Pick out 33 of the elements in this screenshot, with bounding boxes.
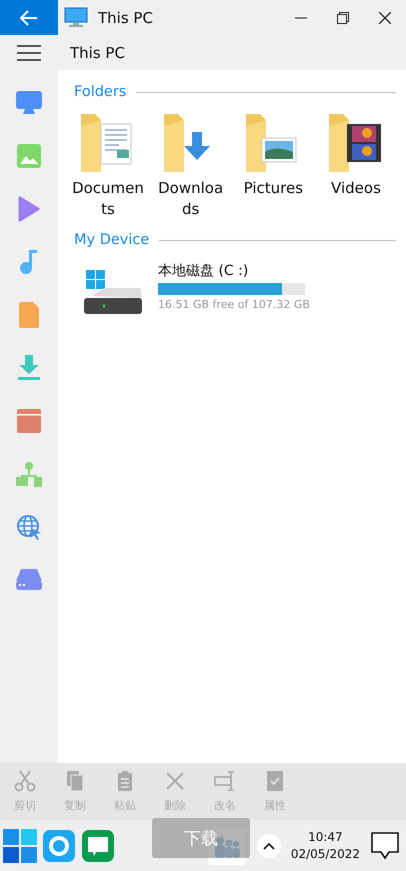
- show-hidden-icons-button[interactable]: [256, 834, 281, 858]
- download-toast: 下载: [152, 818, 250, 858]
- clock-date: 02/05/2022: [290, 846, 360, 862]
- folder-name: Documents: [72, 178, 144, 220]
- speech-bubble-icon: [371, 832, 399, 860]
- monitor-icon: [64, 6, 88, 28]
- section-title: Folders: [74, 84, 126, 100]
- start-button[interactable]: [1, 826, 39, 864]
- folder-name: Downloads: [157, 178, 224, 220]
- restore-icon: [337, 12, 349, 24]
- folder-item[interactable]: Videos: [316, 112, 396, 220]
- chevron-up-icon: [262, 842, 275, 850]
- clock-time: 10:47: [308, 828, 343, 846]
- menu-icon: [17, 44, 41, 60]
- section-title: My Device: [74, 232, 150, 248]
- drive-item[interactable]: 本地磁盘 (C :) 16.51 GB free of 107.32 GB: [84, 262, 396, 316]
- rename-icon: [214, 770, 236, 792]
- folder-name: Pictures: [242, 178, 304, 199]
- close-icon: [379, 12, 391, 24]
- drive-name: 本地磁盘 (C :): [158, 262, 250, 280]
- free-space-text: 16.51 GB free of 107.32 GB: [158, 298, 310, 311]
- back-button[interactable]: [0, 0, 58, 35]
- window-title: This PC: [98, 8, 153, 26]
- folder-item[interactable]: Documents: [68, 112, 148, 220]
- back-arrow-icon: [20, 10, 38, 26]
- folder-item[interactable]: Downloads: [150, 112, 231, 220]
- folder-item[interactable]: Pictures: [233, 112, 314, 220]
- delete-icon: [164, 770, 186, 792]
- folder-name: Videos: [331, 178, 381, 199]
- breadcrumb: This PC: [70, 44, 125, 62]
- hard-drive-icon: [84, 268, 144, 316]
- scissors-icon: [14, 770, 36, 792]
- checkbox-icon: [264, 770, 286, 792]
